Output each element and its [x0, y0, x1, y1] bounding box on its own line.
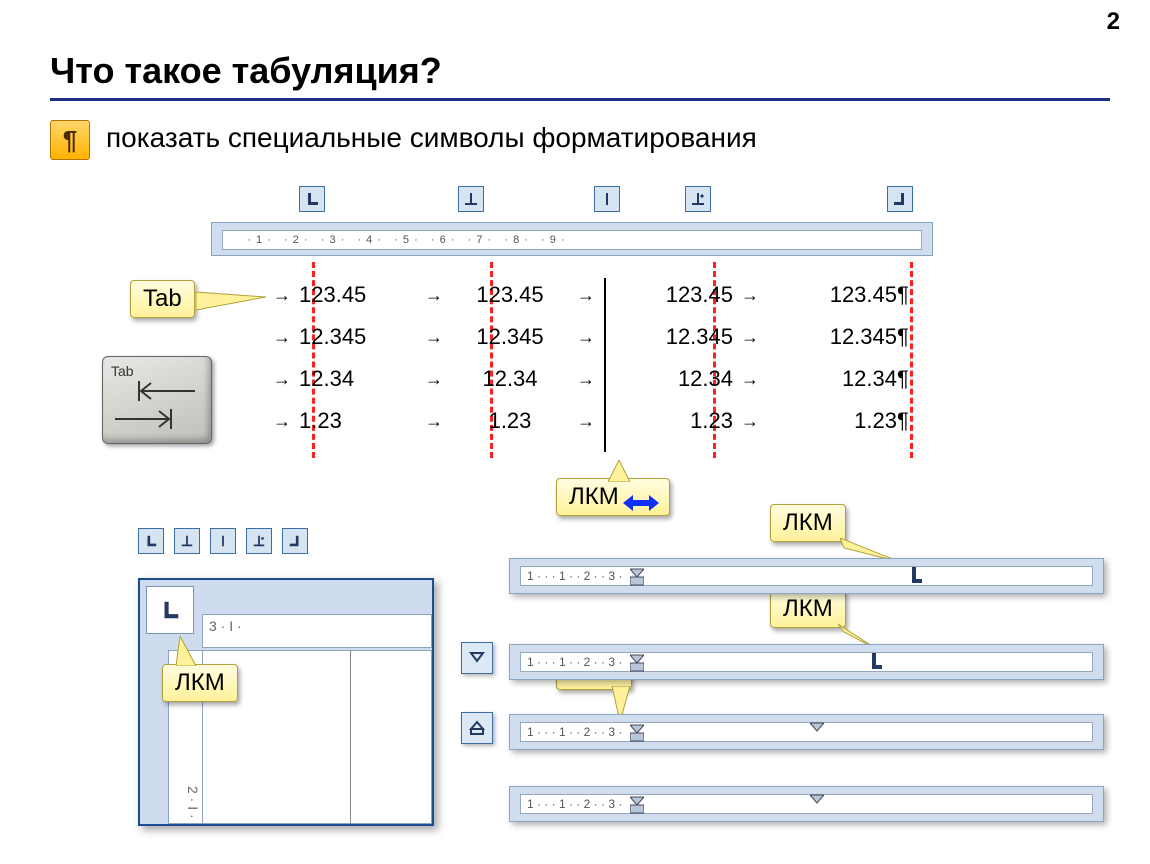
- tab-data-grid: → 123.45 → 123.45 → 123.45 → 123.45 → 12…: [265, 274, 945, 442]
- tab-decimal-icon: [246, 528, 272, 554]
- first-line-marker-icon: [810, 717, 824, 745]
- ruler-example-1: 1 · · · 1 · · 2 · · 3 ·: [509, 558, 1104, 594]
- page-number: 2: [1107, 8, 1120, 36]
- tab-arrow-icon: →: [569, 400, 603, 442]
- table-row: → 12.345 → 12.345 → 12.345 → 12.345: [265, 316, 945, 358]
- pilcrow-icon: [897, 358, 909, 400]
- cell: 12.34: [603, 358, 733, 400]
- lkm-callout-corner: ЛКМ: [162, 664, 238, 702]
- cell: 123.45: [299, 274, 417, 316]
- tab-arrow-icon: →: [733, 274, 767, 316]
- tab-center-icon: [458, 186, 484, 212]
- first-line-marker-icon: [810, 789, 824, 817]
- show-formatting-button[interactable]: ¶: [50, 120, 90, 160]
- tab-decimal-icon: [685, 186, 711, 212]
- lkm-drag-callout: ЛКМ: [556, 478, 670, 516]
- ruler-example-3: 1 · · · 1 · · 2 · · 3 ·: [509, 714, 1104, 750]
- tab-arrow-icon: →: [265, 400, 299, 442]
- tab-arrow-icon: →: [265, 274, 299, 316]
- ruler-corner-block: 3 · I · 2 · I ·: [138, 578, 434, 826]
- cell: 1.23: [767, 400, 897, 442]
- ruler-ticks: 1 · · · 1 · · 2 · · 3 ·: [520, 722, 1093, 742]
- cell: 123.45: [767, 274, 897, 316]
- tab-bar-icon: [210, 528, 236, 554]
- hanging-indent-icon: [461, 712, 493, 744]
- cell: 1.23: [603, 400, 733, 442]
- tab-callout: Tab: [130, 280, 195, 318]
- cell: 1.23: [451, 400, 569, 442]
- tab-arrow-icon: →: [417, 358, 451, 400]
- ruler-example-2: 1 · · · 1 · · 2 · · 3 ·: [509, 644, 1104, 680]
- tabkey-label: Tab: [111, 363, 134, 379]
- indent-marker-icon: [630, 717, 644, 745]
- title-underline: [50, 98, 1110, 101]
- corner-h-ruler: 3 · I ·: [202, 614, 432, 648]
- tab-arrow-icon: →: [569, 316, 603, 358]
- page-title: Что такое табуляция?: [50, 50, 442, 92]
- pilcrow-icon: ¶: [63, 125, 77, 156]
- cell: 12.34: [767, 358, 897, 400]
- cell: 12.345: [451, 316, 569, 358]
- cell: 1.23: [299, 400, 417, 442]
- tab-arrow-icon: →: [733, 400, 767, 442]
- lkm-callout-2: ЛКМ: [770, 590, 846, 628]
- first-line-indent-icon: [461, 642, 493, 674]
- tab-right-icon: [282, 528, 308, 554]
- cell: 123.45: [603, 274, 733, 316]
- tabstop-marker-icon: [910, 561, 924, 589]
- tab-left-icon: [138, 528, 164, 554]
- ruler-ticks: 1 · · · 1 · · 2 · · 3 ·: [520, 566, 1093, 586]
- pilcrow-icon: [897, 400, 909, 442]
- tabstop-marker-icon: [870, 647, 884, 675]
- ruler-top: · 1 · · 2 · · 3 · · 4 · · 5 · · 6 · · 7 …: [211, 222, 933, 256]
- tabstop-selector-button[interactable]: [146, 586, 194, 634]
- cell: 123.45: [451, 274, 569, 316]
- tab-arrow-icon: →: [417, 400, 451, 442]
- tab-arrow-icon: →: [265, 316, 299, 358]
- doc-divider: [350, 650, 351, 824]
- cell: 12.34: [299, 358, 417, 400]
- tab-arrow-icon: →: [417, 274, 451, 316]
- ruler-ticks: · 1 · · 2 · · 3 · · 4 · · 5 · · 6 · · 7 …: [227, 234, 566, 246]
- tabstop-icon-row: [138, 528, 308, 554]
- table-row: → 1.23 → 1.23 → 1.23 → 1.23: [265, 400, 945, 442]
- pilcrow-icon: [897, 274, 909, 316]
- cell: 12.345: [603, 316, 733, 358]
- tab-bar-icon: [594, 186, 620, 212]
- ruler-ticks: 1 · · · 1 · · 2 · · 3 ·: [520, 794, 1093, 814]
- table-row: → 123.45 → 123.45 → 123.45 → 123.45: [265, 274, 945, 316]
- callout-tail: [608, 460, 630, 482]
- cell: 12.34: [451, 358, 569, 400]
- cell: 12.345: [767, 316, 897, 358]
- lkm-callout-1: ЛКМ: [770, 504, 846, 542]
- ruler-ticks: 1 · · · 1 · · 2 · · 3 ·: [520, 652, 1093, 672]
- indent-marker-icon: [630, 561, 644, 589]
- tab-arrow-icon: →: [569, 274, 603, 316]
- table-row: → 12.34 → 12.34 → 12.34 → 12.34: [265, 358, 945, 400]
- tab-key-graphic: Tab: [102, 356, 212, 444]
- double-arrow-icon: [623, 490, 657, 504]
- tab-left-icon: [299, 186, 325, 212]
- subtitle: показать специальные символы форматирова…: [106, 122, 757, 154]
- tab-right-icon: [887, 186, 913, 212]
- ruler-example-4: 1 · · · 1 · · 2 · · 3 ·: [509, 786, 1104, 822]
- tab-arrow-icon: →: [265, 358, 299, 400]
- callout-tail-tab: [196, 288, 266, 314]
- cell: 12.345: [299, 316, 417, 358]
- tab-arrow-icon: →: [569, 358, 603, 400]
- indent-marker-icon: [630, 647, 644, 675]
- pilcrow-icon: [897, 316, 909, 358]
- callout-tail: [176, 636, 200, 666]
- tab-arrow-icon: →: [733, 316, 767, 358]
- lkm-label: ЛКМ: [569, 483, 619, 511]
- tab-arrow-icon: →: [417, 316, 451, 358]
- indent-marker-icon: [630, 789, 644, 817]
- tab-center-icon: [174, 528, 200, 554]
- tab-arrow-icon: →: [733, 358, 767, 400]
